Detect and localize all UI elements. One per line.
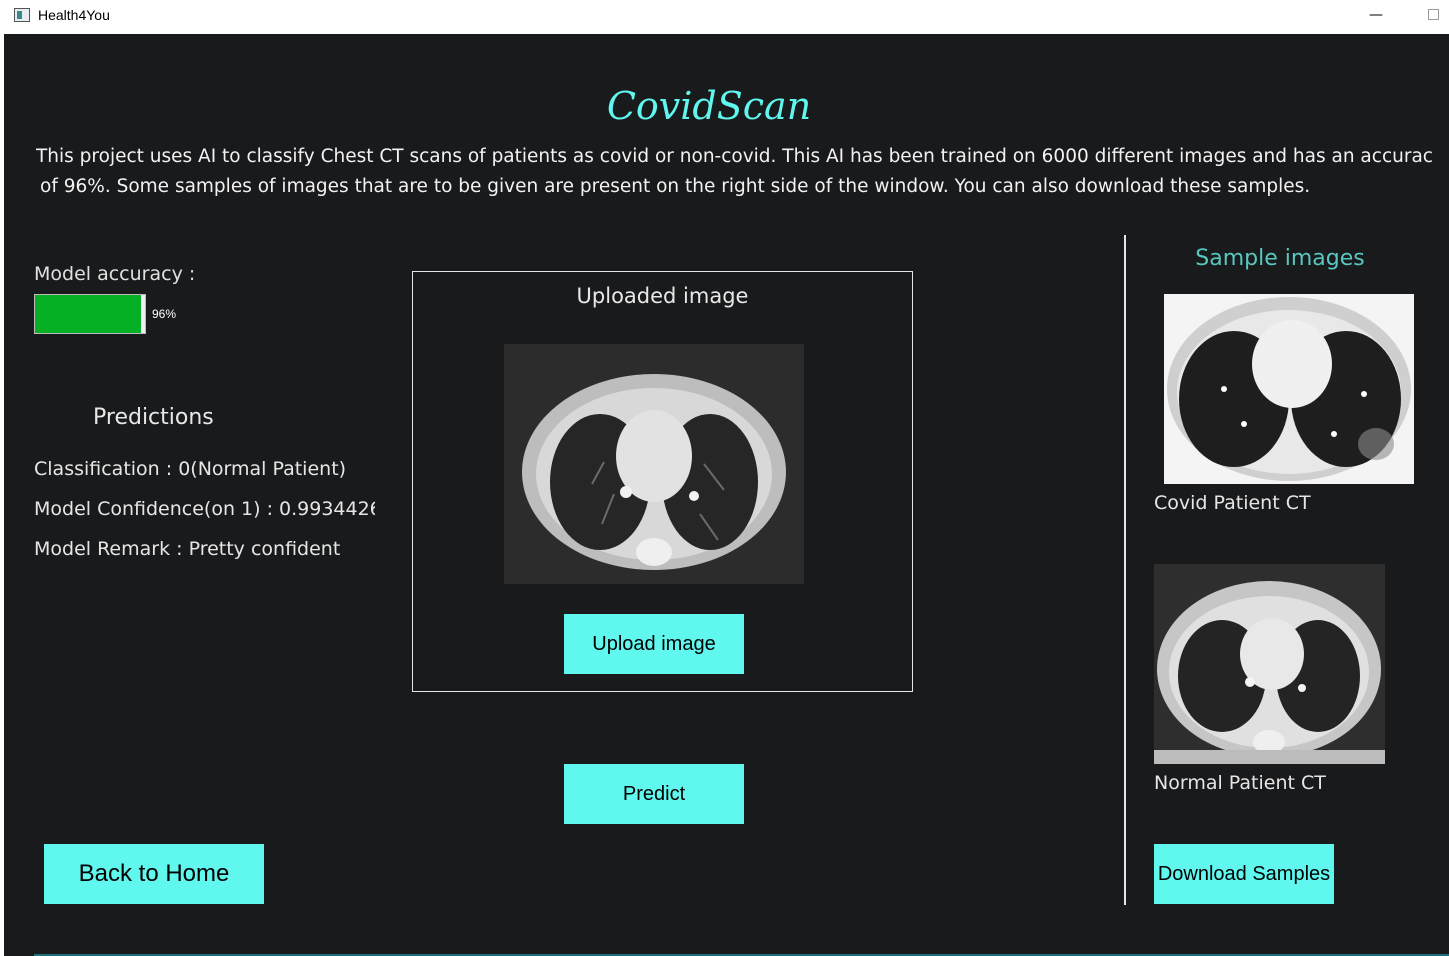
normal-sample-caption: Normal Patient CT bbox=[1154, 772, 1326, 794]
vertical-divider bbox=[1124, 235, 1126, 905]
uploaded-image-title: Uploaded image bbox=[576, 284, 749, 308]
app-icon bbox=[14, 8, 30, 22]
uploaded-ct-image bbox=[504, 344, 804, 584]
normal-sample-image bbox=[1154, 564, 1385, 764]
predict-button[interactable]: Predict bbox=[564, 764, 744, 824]
window-titlebar: Health4You — bbox=[0, 0, 1449, 32]
download-samples-button[interactable]: Download Samples bbox=[1154, 844, 1334, 904]
accuracy-progress-bar bbox=[34, 294, 146, 334]
app-window: CovidScan This project uses AI to classi… bbox=[4, 34, 1449, 956]
back-to-home-button[interactable]: Back to Home bbox=[44, 844, 264, 904]
window-title: Health4You bbox=[38, 7, 110, 23]
accuracy-value: 96% bbox=[152, 307, 177, 321]
description-line-2: of 96%. Some samples of images that are … bbox=[40, 176, 1311, 197]
accuracy-label: Model accuracy : bbox=[34, 263, 196, 285]
upload-image-button[interactable]: Upload image bbox=[564, 614, 744, 674]
sample-images-title: Sample images bbox=[1195, 246, 1365, 271]
confidence-text: Model Confidence(on 1) : 0.99344265 bbox=[34, 498, 375, 520]
chest-ct-scan-icon bbox=[1154, 564, 1385, 764]
chest-ct-scan-icon bbox=[504, 344, 804, 584]
covid-sample-caption: Covid Patient CT bbox=[1154, 492, 1311, 514]
chest-ct-scan-icon bbox=[1164, 294, 1414, 484]
description-line-1: This project uses AI to classify Chest C… bbox=[36, 146, 1433, 167]
minimize-button[interactable]: — bbox=[1362, 4, 1390, 26]
covid-sample-image bbox=[1164, 294, 1414, 484]
description: This project uses AI to classify Chest C… bbox=[36, 142, 1446, 202]
remark-text: Model Remark : Pretty confident bbox=[34, 538, 341, 560]
app-title: CovidScan bbox=[606, 84, 812, 128]
accuracy-progress-fill bbox=[35, 295, 141, 333]
classification-text: Classification : 0(Normal Patient) bbox=[34, 458, 347, 480]
predictions-title: Predictions bbox=[93, 405, 214, 430]
maximize-button[interactable] bbox=[1419, 4, 1447, 26]
